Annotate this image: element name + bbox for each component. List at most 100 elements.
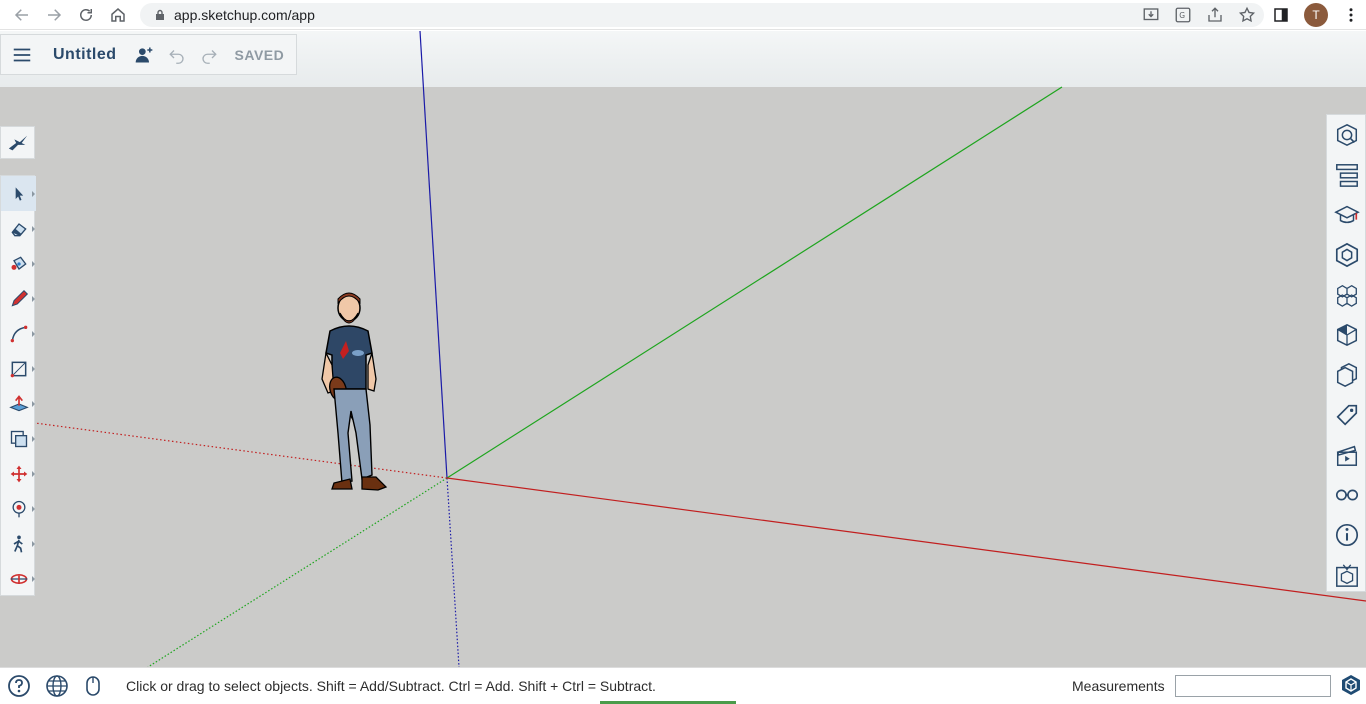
reload-button[interactable] xyxy=(70,0,102,30)
forward-button[interactable] xyxy=(38,0,70,30)
components-panel-button[interactable] xyxy=(1327,235,1366,275)
arc-icon xyxy=(10,325,27,342)
entity-info-panel-button[interactable] xyxy=(1327,115,1366,155)
browser-toolbar: app.sketchup.com/app G T xyxy=(0,0,1366,30)
select-tool[interactable] xyxy=(1,176,36,211)
solid-inspector-panel-button[interactable] xyxy=(1327,555,1366,595)
more-vertical-icon[interactable] xyxy=(1342,6,1360,24)
info-icon xyxy=(1335,523,1359,547)
document-header: Untitled SAVED xyxy=(0,34,297,75)
pencil-tool[interactable] xyxy=(1,281,36,316)
x-axis-line xyxy=(446,477,1366,602)
side-panel-icon[interactable] xyxy=(1272,6,1290,24)
lock-icon xyxy=(156,9,164,20)
bookmark-star-icon[interactable] xyxy=(1238,6,1256,24)
eraser-icon xyxy=(10,222,27,236)
home-icon xyxy=(111,7,125,22)
url-text: app.sketchup.com/app xyxy=(174,7,315,23)
pencil-icon xyxy=(11,289,28,306)
rectangle-icon xyxy=(10,361,26,377)
share-button[interactable] xyxy=(133,44,155,66)
undo-button[interactable] xyxy=(167,45,187,65)
add-user-icon xyxy=(135,47,152,62)
sketchup-logo-icon xyxy=(1342,675,1360,695)
styles-panel-button[interactable] xyxy=(1327,315,1366,355)
tag-panel-button[interactable] xyxy=(1327,395,1366,435)
model-viewport[interactable] xyxy=(0,31,1366,667)
address-bar[interactable]: app.sketchup.com/app G xyxy=(140,3,1264,27)
help-icon xyxy=(8,675,30,697)
push-pull-tool[interactable] xyxy=(1,386,36,421)
outliner-icon xyxy=(1336,164,1358,187)
measurements-label: Measurements xyxy=(1072,678,1165,694)
main-menu-button[interactable] xyxy=(1,34,43,75)
outliner-panel-button[interactable] xyxy=(1327,155,1366,195)
components-icon xyxy=(1335,242,1359,268)
offset-tool[interactable] xyxy=(1,421,36,456)
document-title[interactable]: Untitled xyxy=(53,46,117,64)
hamburger-menu-icon xyxy=(13,48,31,61)
orbit-icon xyxy=(12,500,25,517)
section-plane-tool[interactable] xyxy=(1,561,36,596)
model-info-panel-button[interactable] xyxy=(1327,515,1366,555)
z-axis-negative-line xyxy=(446,477,460,667)
y-axis-negative-line xyxy=(147,477,448,667)
arrow-right-icon xyxy=(48,8,62,21)
back-button[interactable] xyxy=(6,0,38,30)
paint-bucket-tool[interactable] xyxy=(1,246,36,281)
display-panel-button[interactable] xyxy=(1327,475,1366,515)
orbit-tool[interactable] xyxy=(1,491,36,526)
left-toolbar xyxy=(0,175,36,596)
move-icon xyxy=(10,465,27,482)
share-icon[interactable] xyxy=(1206,6,1224,24)
solid-inspector-icon xyxy=(1336,564,1358,587)
save-status: SAVED xyxy=(234,46,285,63)
scenes-panel-button[interactable] xyxy=(1327,435,1366,475)
redo-button[interactable] xyxy=(199,45,219,65)
home-button[interactable] xyxy=(102,0,134,30)
profile-avatar[interactable]: T xyxy=(1304,3,1328,27)
globe-icon xyxy=(46,675,68,697)
layers-cube-icon xyxy=(1336,363,1358,387)
language-button[interactable] xyxy=(44,673,70,699)
eraser-tool[interactable] xyxy=(1,211,36,246)
mouse-icon xyxy=(86,676,100,696)
instructor-panel-button[interactable] xyxy=(1327,195,1366,235)
status-message: Click or drag to select objects. Shift =… xyxy=(126,678,656,694)
undo-icon xyxy=(168,49,184,64)
push-pull-icon xyxy=(8,394,29,411)
offset-icon xyxy=(10,430,27,447)
paint-bucket-icon xyxy=(11,255,27,270)
translate-icon[interactable]: G xyxy=(1174,6,1192,24)
tag-icon xyxy=(1336,404,1358,426)
install-app-icon[interactable] xyxy=(1142,6,1160,24)
materials-panel-button[interactable] xyxy=(1327,275,1366,315)
move-tool[interactable] xyxy=(1,456,36,491)
search-tool-button[interactable] xyxy=(0,126,35,159)
glasses-icon xyxy=(1335,489,1359,501)
z-axis-line xyxy=(419,31,448,479)
walk-tool[interactable] xyxy=(1,526,36,561)
search-cube-icon xyxy=(1336,123,1358,147)
arc-tool[interactable] xyxy=(1,316,36,351)
axes-svg xyxy=(34,31,1366,667)
tags-panel-button[interactable] xyxy=(1327,355,1366,395)
help-button[interactable] xyxy=(6,673,32,699)
styles-cube-icon xyxy=(1336,323,1358,347)
stacked-cubes-icon xyxy=(1337,284,1357,307)
walk-icon xyxy=(13,535,23,552)
y-axis-line xyxy=(446,86,1063,479)
mouse-settings-button[interactable] xyxy=(80,673,106,699)
redo-icon xyxy=(201,49,217,64)
right-panel-toolbar xyxy=(1326,114,1366,592)
arrow-cursor-icon xyxy=(15,186,23,201)
rectangle-tool[interactable] xyxy=(1,351,36,386)
sketchup-search-icon xyxy=(8,135,27,150)
measurements-input[interactable] xyxy=(1175,675,1331,697)
reload-icon xyxy=(80,8,92,21)
x-axis-negative-line xyxy=(34,422,448,479)
status-bar: Click or drag to select objects. Shift =… xyxy=(0,667,1366,704)
svg-text:G: G xyxy=(1179,11,1185,20)
arrow-left-icon xyxy=(14,8,28,21)
scale-figure xyxy=(321,292,388,491)
